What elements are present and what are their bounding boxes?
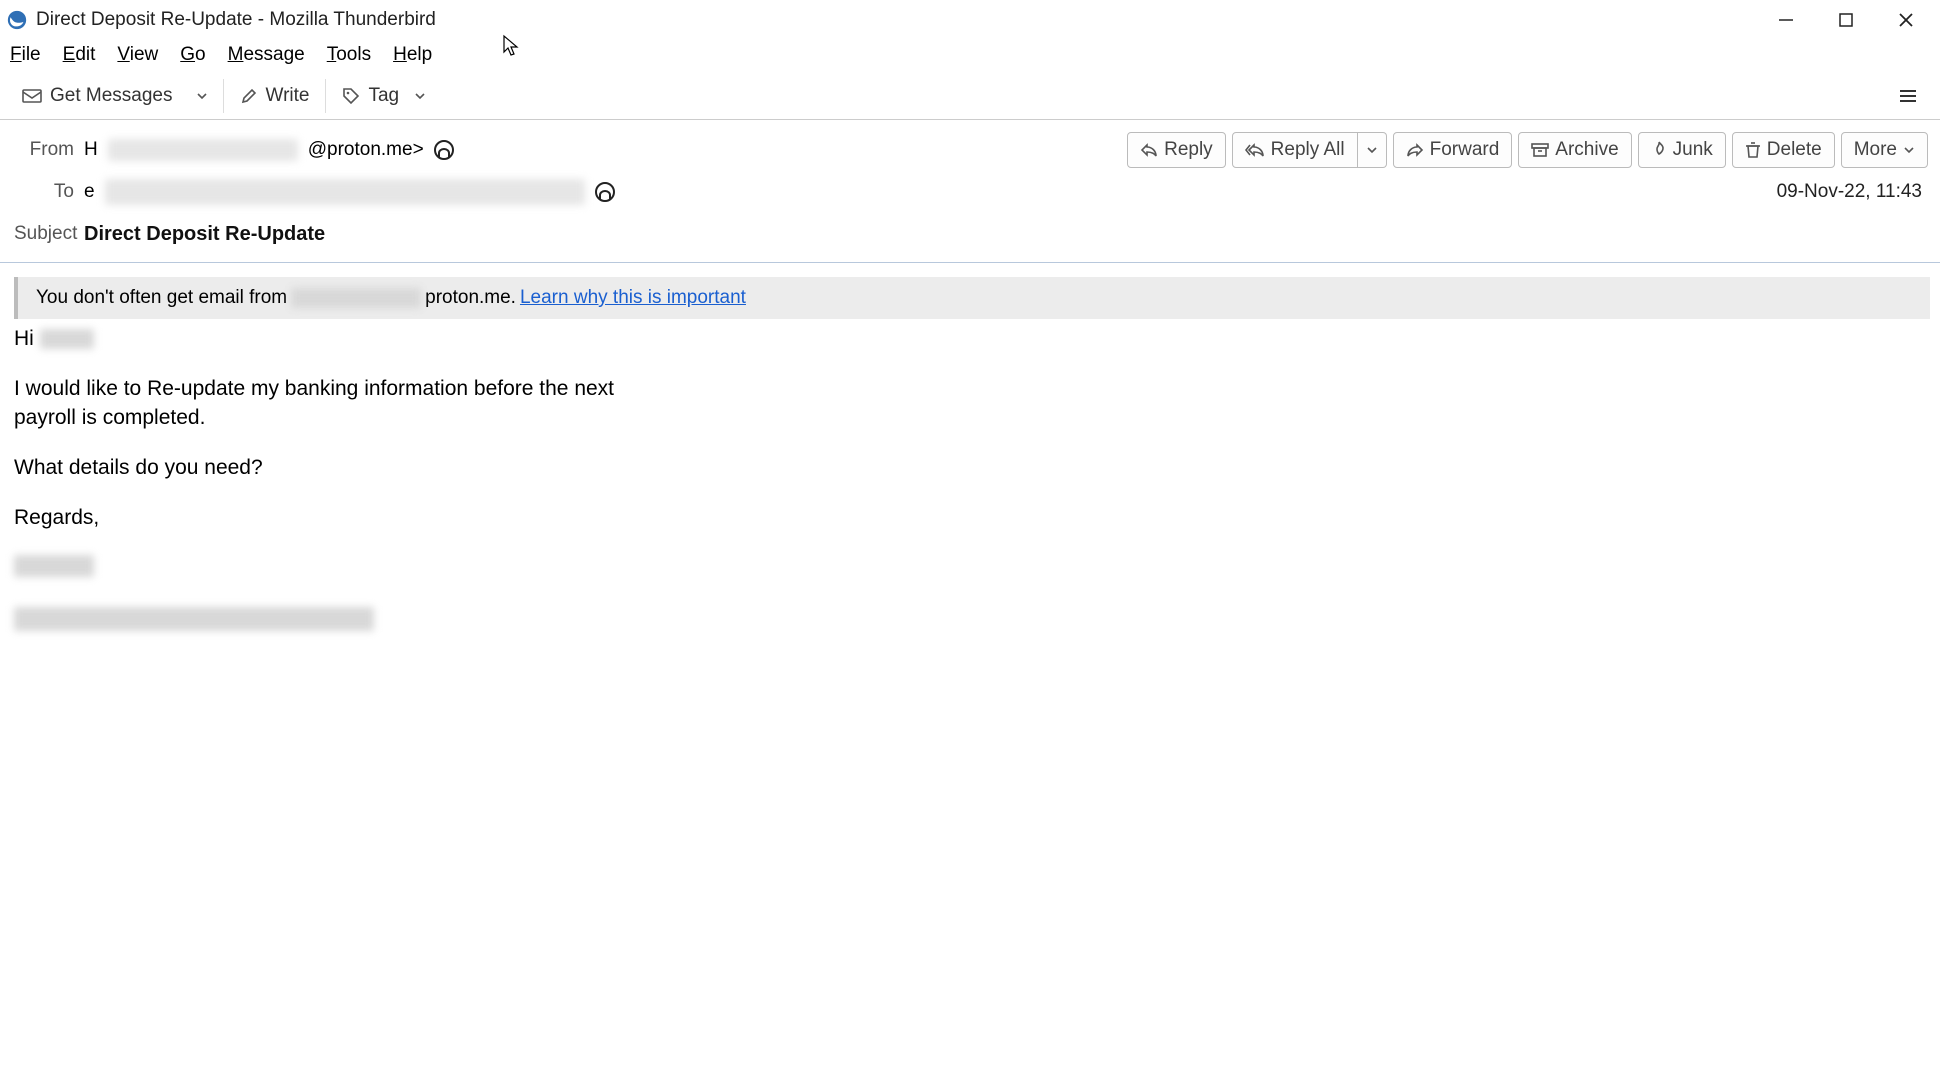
message-actions: Reply Reply All Forward Archive xyxy=(1127,132,1928,168)
infobar-suffix: proton.me. xyxy=(425,287,516,309)
get-messages-dropdown[interactable] xyxy=(185,83,219,109)
window-title: Direct Deposit Re-Update - Mozilla Thund… xyxy=(36,9,436,31)
thunderbird-icon xyxy=(6,9,28,31)
archive-button[interactable]: Archive xyxy=(1518,132,1631,168)
toolbar-separator xyxy=(325,79,326,113)
junk-label: Junk xyxy=(1673,139,1713,161)
pencil-icon xyxy=(240,87,258,105)
write-label: Write xyxy=(266,85,310,107)
titlebar: Direct Deposit Re-Update - Mozilla Thund… xyxy=(0,0,1940,40)
infobar-link[interactable]: Learn why this is important xyxy=(520,287,746,309)
delete-label: Delete xyxy=(1767,139,1822,161)
chevron-down-icon xyxy=(1903,144,1915,156)
tag-label: Tag xyxy=(368,85,399,107)
message-body-pane: You don't often get email from proton.me… xyxy=(0,263,1940,649)
archive-label: Archive xyxy=(1555,139,1618,161)
menu-view[interactable]: View xyxy=(117,44,158,66)
close-button[interactable] xyxy=(1896,10,1916,30)
toolbar: Get Messages Write Tag xyxy=(0,72,1940,120)
redacted-signature-line xyxy=(14,555,654,585)
junk-button[interactable]: Junk xyxy=(1638,132,1726,168)
menu-edit[interactable]: Edit xyxy=(63,44,96,66)
chevron-down-icon xyxy=(413,89,427,103)
to-value: e xyxy=(84,179,615,205)
write-button[interactable]: Write xyxy=(228,79,322,113)
reply-all-dropdown[interactable] xyxy=(1358,132,1387,168)
reply-all-button[interactable]: Reply All xyxy=(1232,132,1358,168)
contact-icon[interactable] xyxy=(595,182,615,202)
to-label: To xyxy=(14,181,84,203)
archive-icon xyxy=(1531,142,1549,158)
body-closing: Regards, xyxy=(14,504,654,532)
toolbar-separator xyxy=(223,79,224,113)
infobar: You don't often get email from proton.me… xyxy=(14,277,1930,319)
from-label: From xyxy=(14,139,84,161)
forward-icon xyxy=(1406,143,1424,157)
forward-button[interactable]: Forward xyxy=(1393,132,1513,168)
delete-button[interactable]: Delete xyxy=(1732,132,1835,168)
tag-button[interactable]: Tag xyxy=(330,79,439,113)
message-body: Hi I would like to Re-update my banking … xyxy=(14,325,1930,639)
body-paragraph: I would like to Re-update my banking inf… xyxy=(14,375,654,432)
redacted-infobar-address xyxy=(291,288,421,308)
message-header: From H@proton.me> Reply Reply All F xyxy=(0,120,1940,263)
more-button[interactable]: More xyxy=(1841,132,1928,168)
more-label: More xyxy=(1854,139,1897,161)
menu-help[interactable]: Help xyxy=(393,44,432,66)
reply-button[interactable]: Reply xyxy=(1127,132,1226,168)
get-messages-label: Get Messages xyxy=(50,85,173,107)
redacted-name xyxy=(40,329,94,349)
reply-all-icon xyxy=(1245,143,1265,157)
reply-label: Reply xyxy=(1164,139,1213,161)
redacted-signature-line xyxy=(14,607,654,639)
greeting-line: Hi xyxy=(14,325,1930,353)
menu-tools[interactable]: Tools xyxy=(327,44,371,66)
minimize-button[interactable] xyxy=(1776,10,1796,30)
contact-icon[interactable] xyxy=(434,140,454,160)
trash-icon xyxy=(1745,141,1761,159)
from-value: H@proton.me> xyxy=(84,139,454,161)
message-datetime: 09-Nov-22, 11:43 xyxy=(1777,181,1928,203)
forward-label: Forward xyxy=(1430,139,1500,161)
menubar: File Edit View Go Message Tools Help xyxy=(0,40,1940,72)
menu-file[interactable]: File xyxy=(10,44,41,66)
flame-icon xyxy=(1651,141,1667,159)
menu-go[interactable]: Go xyxy=(180,44,205,66)
tag-icon xyxy=(342,87,360,105)
subject-label: Subject xyxy=(14,223,84,245)
app-menu-button[interactable] xyxy=(1886,82,1930,110)
reply-icon xyxy=(1140,143,1158,157)
redacted-to xyxy=(105,179,585,205)
subject-value: Direct Deposit Re-Update xyxy=(84,223,325,246)
maximize-button[interactable] xyxy=(1836,10,1856,30)
menu-message[interactable]: Message xyxy=(228,44,305,66)
infobar-prefix: You don't often get email from xyxy=(36,287,287,309)
get-messages-button[interactable]: Get Messages xyxy=(10,79,185,113)
inbox-download-icon xyxy=(22,88,42,104)
body-paragraph: What details do you need? xyxy=(14,454,654,482)
reply-all-label: Reply All xyxy=(1271,139,1345,161)
redacted-from xyxy=(108,139,298,161)
